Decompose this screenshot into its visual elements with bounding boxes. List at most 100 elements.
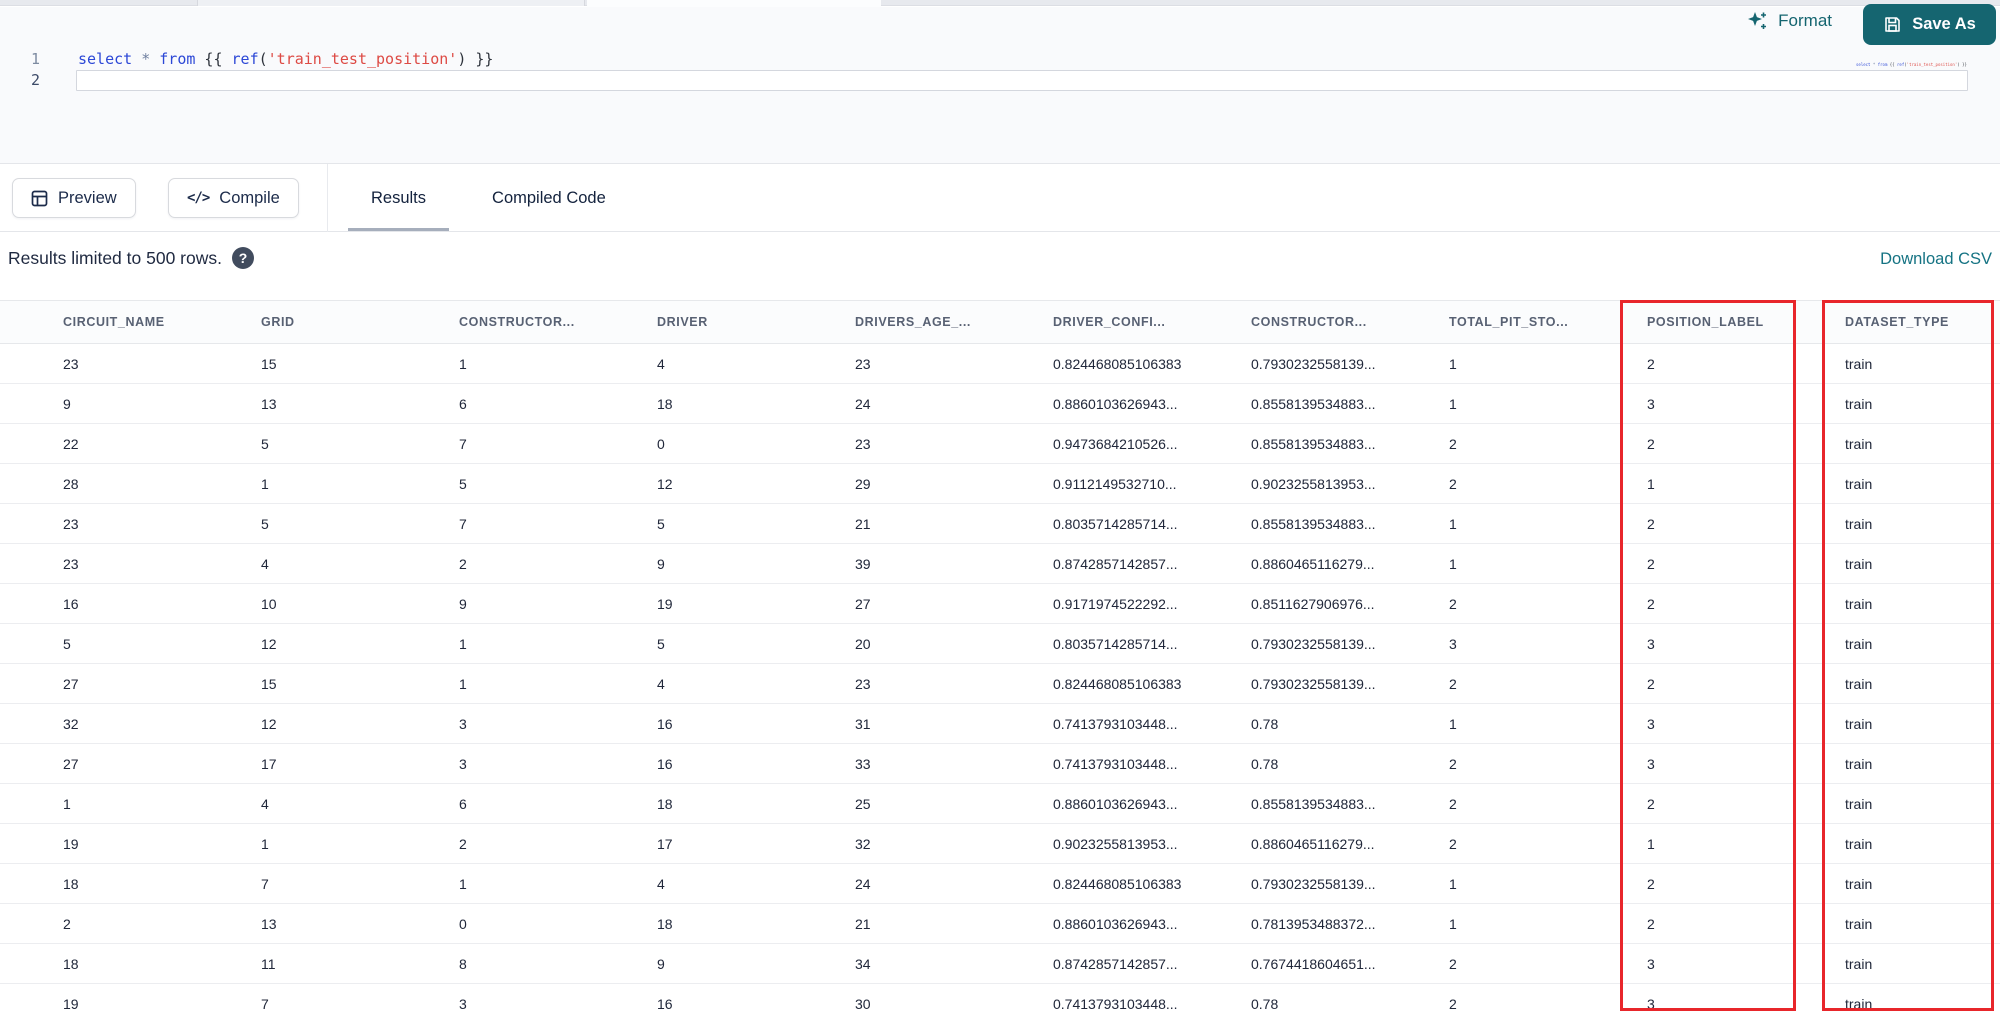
table-cell: 2	[459, 835, 467, 852]
editor-tab-inactive[interactable]	[197, 0, 585, 6]
table-cell: 5	[657, 515, 665, 532]
line-number-2: 2	[30, 71, 40, 89]
table-cell: 0.9023255813953...	[1251, 475, 1376, 492]
table-cell: 2	[1449, 475, 1457, 492]
table-cell: train	[1845, 595, 1873, 612]
help-icon[interactable]: ?	[231, 247, 254, 269]
column-header: TOTAL_PIT_STO...	[1449, 315, 1569, 329]
table-cell: 0.7813953488372...	[1251, 915, 1376, 932]
table-cell: 19	[63, 835, 79, 852]
table-cell: 2	[1647, 875, 1655, 892]
save-as-button[interactable]: Save As	[1863, 4, 1996, 45]
compile-button[interactable]: </> Compile	[168, 178, 299, 218]
table-cell: 10	[261, 595, 277, 612]
table-cell: 0.78	[1251, 715, 1279, 732]
table-cell: 34	[855, 955, 871, 972]
column-header: CONSTRUCTOR...	[459, 315, 575, 329]
save-icon	[1883, 15, 1902, 34]
tab-compiled-code[interactable]: Compiled Code	[469, 164, 629, 232]
table-cell: 1	[1449, 715, 1457, 732]
table-cell: 2	[1647, 515, 1655, 532]
table-row: 23 15 1 4 23 0.824468085106383 0.7930232558139…	[0, 344, 2000, 384]
table-cell: 18	[63, 955, 79, 972]
table-cell: 0.824468085106383	[1053, 355, 1182, 372]
table-cell: 18	[657, 395, 673, 412]
download-csv-link[interactable]: Download CSV	[1880, 250, 1992, 269]
table-cell: 5	[657, 635, 665, 652]
table-cell: 23	[855, 435, 871, 452]
table-cell: 32	[855, 835, 871, 852]
table-cell: 0.8558139534883...	[1251, 395, 1376, 412]
table-cell: 23	[855, 355, 871, 372]
table-cell: train	[1845, 395, 1873, 412]
table-cell: 23	[63, 515, 79, 532]
table-cell: 1	[1449, 355, 1457, 372]
table-cell: 23	[855, 675, 871, 692]
table-cell: 22	[63, 435, 79, 452]
table-cell: 1	[261, 475, 269, 492]
code-editor[interactable]: 12 select * from {{ ref('train_test_posi…	[0, 7, 2000, 164]
table-cell: 1	[459, 355, 467, 372]
table-cell: 4	[657, 675, 665, 692]
table-cell: 12	[657, 475, 673, 492]
preview-label: Preview	[58, 188, 117, 207]
table-cell: 0.8035714285714...	[1053, 635, 1178, 652]
preview-button[interactable]: Preview	[12, 178, 136, 218]
table-cell: 11	[261, 955, 276, 972]
table-cell: 4	[657, 355, 665, 372]
table-cell: 0.9023255813953...	[1053, 835, 1178, 852]
table-row: 9 13 6 18 24 0.8860103626943... 0.855813953488…	[0, 384, 2000, 424]
table-cell: 1	[261, 835, 269, 852]
tab-results[interactable]: Results	[348, 164, 450, 232]
table-cell: 29	[855, 475, 871, 492]
format-button[interactable]: Format	[1747, 10, 1832, 32]
table-cell: train	[1845, 635, 1873, 652]
table-row: 5 12 1 5 20 0.8035714285714... 0.7930232558139…	[0, 624, 2000, 664]
table-cell: 0.78	[1251, 995, 1279, 1012]
table-cell: 3	[1647, 995, 1655, 1012]
action-bar: Preview </> Compile Results Compiled Code	[0, 164, 2000, 232]
table-cell: 2	[1449, 595, 1457, 612]
table-cell: 39	[855, 555, 871, 572]
table-row: 16 10 9 19 27 0.9171974522292... 0.85116279069…	[0, 584, 2000, 624]
table-cell: 15	[261, 355, 277, 372]
table-cell: 27	[855, 595, 871, 612]
table-cell: 3	[1647, 635, 1655, 652]
table-cell: 5	[459, 475, 467, 492]
table-cell: 24	[855, 395, 871, 412]
table-cell: 5	[261, 435, 269, 452]
table-cell: 0.7930232558139...	[1251, 675, 1376, 692]
table-row: 19 1 2 17 32 0.9023255813953... 0.886046511627…	[0, 824, 2000, 864]
table-cell: 2	[1647, 915, 1655, 932]
table-cell: 0.824468085106383	[1053, 675, 1182, 692]
limit-label: Results limited to 500 rows.	[8, 247, 222, 268]
table-cell: 18	[657, 795, 673, 812]
table-cell: 16	[657, 715, 673, 732]
table-cell: 1	[1647, 475, 1655, 492]
editor-tab-active[interactable]	[587, 0, 881, 7]
column-header: DATASET_TYPE	[1845, 315, 1949, 329]
table-cell: 1	[459, 635, 467, 652]
table-cell: train	[1845, 995, 1873, 1012]
table-cell: 15	[261, 675, 277, 692]
table-cell: 0.9171974522292...	[1053, 595, 1178, 612]
table-cell: 0.8860465116279...	[1251, 555, 1375, 572]
table-cell: 19	[657, 595, 673, 612]
table-row: 18 7 1 4 24 0.824468085106383 0.7930232558139.…	[0, 864, 2000, 904]
code-line-1[interactable]: select * from {{ ref('train_test_positio…	[78, 49, 493, 70]
table-cell: 0.7674418604651...	[1251, 955, 1376, 972]
editor-active-line[interactable]	[76, 70, 1968, 91]
table-cell: train	[1845, 675, 1873, 692]
results-limit-text: Results limited to 500 rows. ?	[8, 247, 254, 269]
table-cell: 1	[459, 875, 467, 892]
table-body: 23 15 1 4 23 0.824468085106383 0.7930232558139…	[0, 344, 2000, 1020]
table-cell: 8	[459, 955, 467, 972]
table-cell: 2	[1449, 955, 1457, 972]
table-cell: train	[1845, 835, 1873, 852]
editor-minimap[interactable]: select * from {{ ref('train_test_positio…	[1856, 62, 1967, 67]
table-cell: 0.8742857142857...	[1053, 555, 1178, 572]
table-cell: 13	[261, 395, 277, 412]
table-cell: 4	[261, 795, 269, 812]
table-cell: 7	[459, 435, 467, 452]
save-as-label: Save As	[1912, 15, 1976, 33]
